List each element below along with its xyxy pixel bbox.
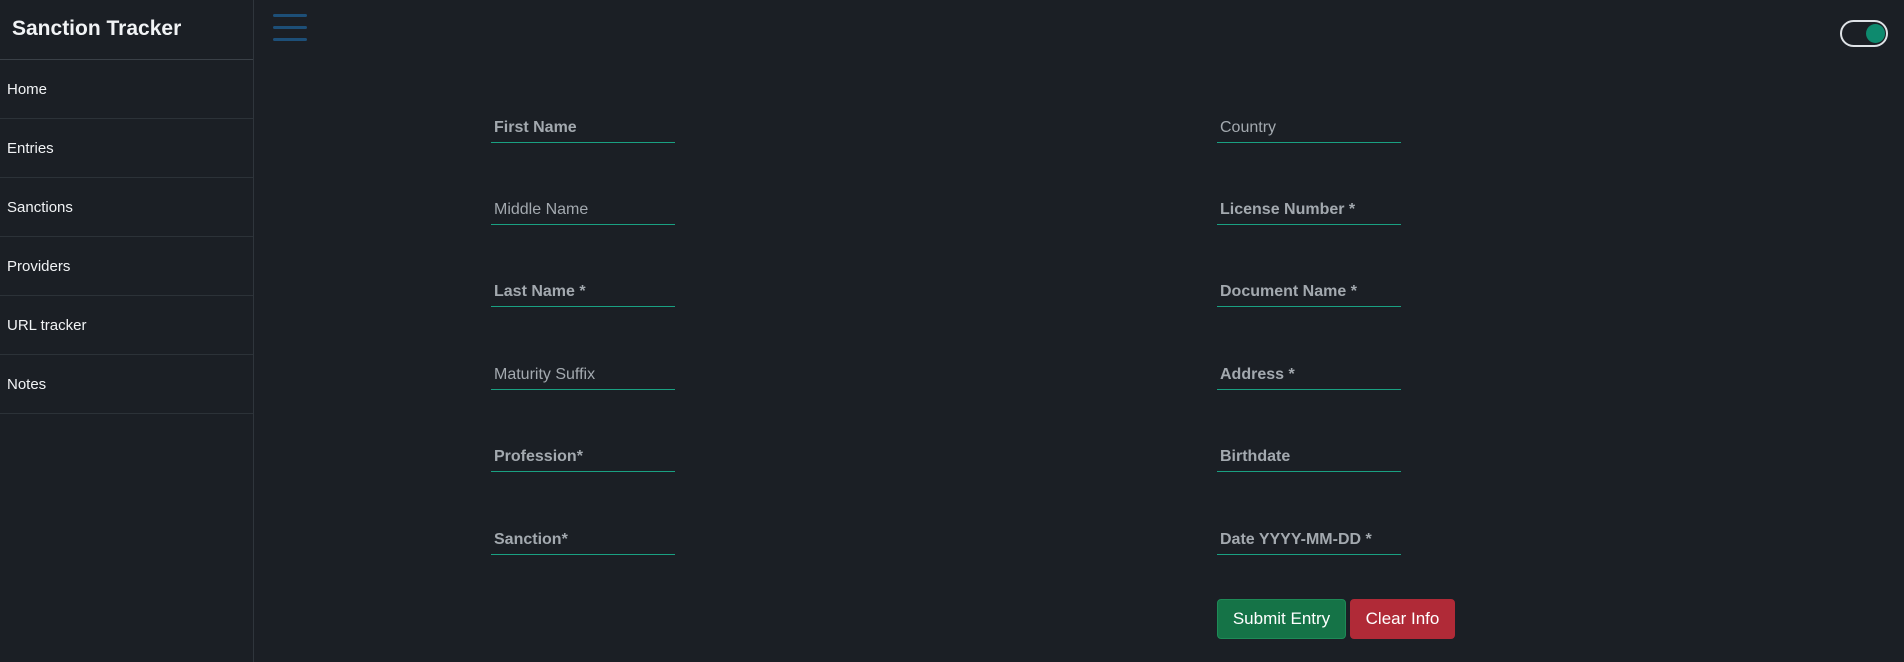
- license-number-input[interactable]: [1217, 197, 1401, 223]
- sidebar-item-url-tracker[interactable]: URL tracker: [0, 296, 253, 355]
- date-input[interactable]: [1217, 527, 1401, 553]
- sanction-input[interactable]: [491, 527, 675, 553]
- date-field: [1217, 527, 1401, 555]
- maturity-suffix-input[interactable]: [491, 362, 675, 388]
- sidebar-item-providers[interactable]: Providers: [0, 237, 253, 296]
- hamburger-menu-icon[interactable]: [273, 14, 307, 44]
- address-input[interactable]: [1217, 362, 1401, 388]
- middle-name-field: [491, 197, 675, 225]
- theme-toggle[interactable]: [1840, 20, 1888, 47]
- submit-entry-button[interactable]: Submit Entry: [1217, 599, 1346, 639]
- address-field: [1217, 362, 1401, 390]
- app-root: Sanction Tracker Home Entries Sanctions …: [0, 0, 1904, 662]
- birthdate-field: [1217, 444, 1401, 472]
- sidebar-item-notes[interactable]: Notes: [0, 355, 253, 414]
- clear-info-button[interactable]: Clear Info: [1350, 599, 1455, 639]
- maturity-suffix-field: [491, 362, 675, 390]
- country-field: [1217, 115, 1401, 143]
- country-input[interactable]: [1217, 115, 1401, 141]
- sidebar-item-sanctions[interactable]: Sanctions: [0, 178, 253, 237]
- birthdate-input[interactable]: [1217, 444, 1401, 470]
- sanction-field: [491, 527, 675, 555]
- profession-field: [491, 444, 675, 472]
- last-name-input[interactable]: [491, 279, 675, 305]
- last-name-field: [491, 279, 675, 307]
- first-name-field: [491, 115, 675, 143]
- profession-input[interactable]: [491, 444, 675, 470]
- middle-name-input[interactable]: [491, 197, 675, 223]
- sidebar-item-entries[interactable]: Entries: [0, 119, 253, 178]
- first-name-input[interactable]: [491, 115, 675, 141]
- app-title: Sanction Tracker: [0, 0, 253, 60]
- toggle-knob: [1866, 24, 1885, 43]
- document-name-field: [1217, 279, 1401, 307]
- sidebar-item-home[interactable]: Home: [0, 60, 253, 119]
- sidebar: Sanction Tracker Home Entries Sanctions …: [0, 0, 254, 662]
- document-name-input[interactable]: [1217, 279, 1401, 305]
- license-number-field: [1217, 197, 1401, 225]
